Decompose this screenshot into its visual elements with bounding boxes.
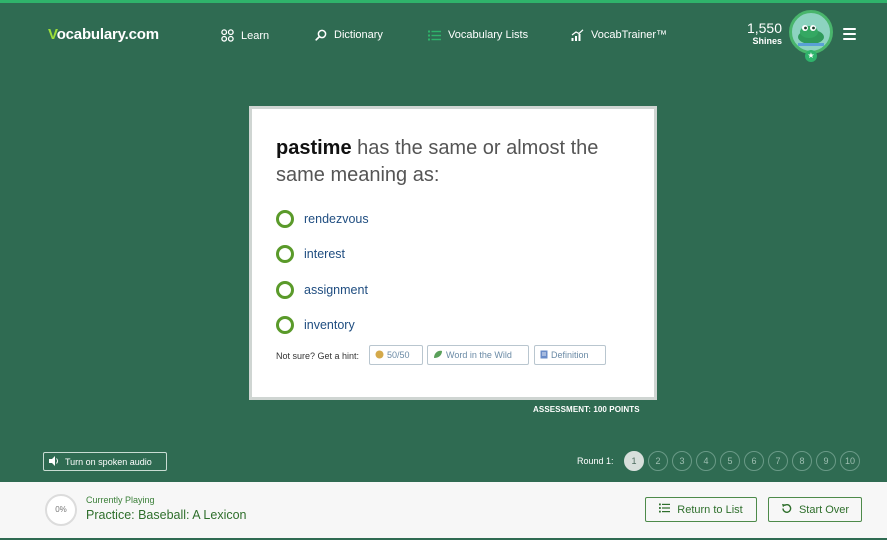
search-icon: [315, 29, 327, 41]
round-indicator[interactable]: 9: [816, 451, 836, 471]
badge-star-icon: ★: [805, 50, 817, 62]
nav-dictionary[interactable]: Dictionary: [315, 29, 383, 41]
hint-fifty-fifty-button[interactable]: 50/50: [369, 345, 423, 365]
learn-grid-icon: [221, 29, 234, 42]
round-indicator[interactable]: 10: [840, 451, 860, 471]
hamburger-menu-icon[interactable]: [843, 28, 856, 40]
hint-definition-label: Definition: [551, 350, 589, 360]
hint-fifty-fifty-label: 50/50: [387, 350, 410, 360]
round-indicator[interactable]: 5: [720, 451, 740, 471]
trending-icon: [571, 29, 584, 41]
note-icon: [540, 350, 548, 361]
leaf-icon: [433, 350, 443, 361]
round-indicator[interactable]: 8: [792, 451, 812, 471]
practice-title[interactable]: Practice: Baseball: A Lexicon: [86, 508, 247, 522]
frog-avatar-icon[interactable]: [789, 10, 833, 54]
nav-learn[interactable]: Learn: [221, 29, 269, 42]
answer-choice[interactable]: interest: [276, 245, 345, 263]
hint-word-in-the-wild-label: Word in the Wild: [446, 350, 512, 360]
site-header: Vocabulary.com Learn Dictionary Vocabula…: [0, 3, 887, 65]
answer-choice-label: inventory: [304, 318, 355, 332]
round-label: Round 1:: [577, 456, 614, 466]
return-to-list-label: Return to List: [677, 503, 743, 516]
radio-circle-icon: [276, 245, 294, 263]
hint-word-in-the-wild-button[interactable]: Word in the Wild: [427, 345, 529, 365]
start-over-button[interactable]: Start Over: [768, 497, 862, 522]
radio-circle-icon: [276, 316, 294, 334]
radio-circle-icon: [276, 210, 294, 228]
speaker-icon: [49, 455, 60, 468]
coin-icon: [375, 350, 384, 361]
round-indicator[interactable]: 2: [648, 451, 668, 471]
answer-choice[interactable]: rendezvous: [276, 210, 369, 228]
round-indicator[interactable]: 1: [624, 451, 644, 471]
answer-choice-label: interest: [304, 247, 345, 261]
answer-choice-label: rendezvous: [304, 212, 369, 226]
round-indicator[interactable]: 4: [696, 451, 716, 471]
round-indicator[interactable]: 3: [672, 451, 692, 471]
question-word: pastime: [276, 137, 352, 159]
question-text: pastime has the same or almost the same …: [276, 135, 636, 189]
nav-vocabulary-lists-label: Vocabulary Lists: [448, 29, 529, 41]
radio-circle-icon: [276, 281, 294, 299]
shines-count: 1,550: [746, 20, 782, 36]
question-card: pastime has the same or almost the same …: [249, 106, 657, 400]
nav-vocabulary-lists[interactable]: Vocabulary Lists: [428, 29, 528, 41]
nav-vocabtrainer-label: VocabTrainer™: [591, 29, 668, 41]
start-over-label: Start Over: [798, 503, 850, 516]
hint-definition-button[interactable]: Definition: [534, 345, 606, 365]
progress-circle: 0%: [45, 494, 77, 526]
assessment-points: ASSESSMENT: 100 POINTS: [533, 405, 640, 414]
answer-choice-label: assignment: [304, 283, 368, 297]
hint-label: Not sure? Get a hint:: [276, 351, 360, 361]
nav-learn-label: Learn: [241, 29, 270, 42]
spoken-audio-label: Turn on spoken audio: [65, 456, 152, 467]
vocabulary-logo[interactable]: Vocabulary.com: [48, 26, 159, 43]
round-indicator[interactable]: 7: [768, 451, 788, 471]
nav-vocabtrainer[interactable]: VocabTrainer™: [571, 29, 667, 41]
spoken-audio-toggle[interactable]: Turn on spoken audio: [43, 452, 167, 471]
answer-choice[interactable]: assignment: [276, 281, 368, 299]
list-icon: [659, 503, 671, 516]
list-icon: [428, 30, 441, 41]
shines-label: Shines: [752, 36, 782, 46]
shines-counter: 1,550 Shines: [742, 21, 782, 46]
restart-icon: [781, 503, 792, 517]
currently-playing-label: Currently Playing: [86, 495, 155, 505]
return-to-list-button[interactable]: Return to List: [645, 497, 757, 522]
nav-dictionary-label: Dictionary: [334, 29, 383, 41]
round-indicator[interactable]: 6: [744, 451, 764, 471]
answer-choice[interactable]: inventory: [276, 316, 355, 334]
